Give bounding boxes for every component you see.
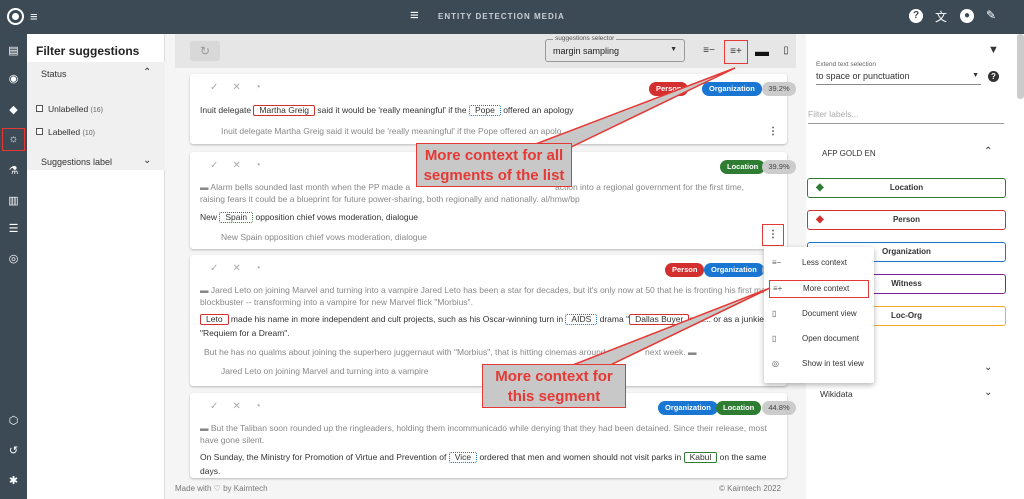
callout-arrow-bottom bbox=[559, 287, 771, 371]
callout-more-context-segment: More context for this segment bbox=[482, 364, 626, 408]
callout-arrow-top bbox=[519, 67, 736, 151]
callout-more-context-all: More context for all segments of the lis… bbox=[416, 143, 572, 187]
callout-arrows bbox=[519, 67, 771, 371]
